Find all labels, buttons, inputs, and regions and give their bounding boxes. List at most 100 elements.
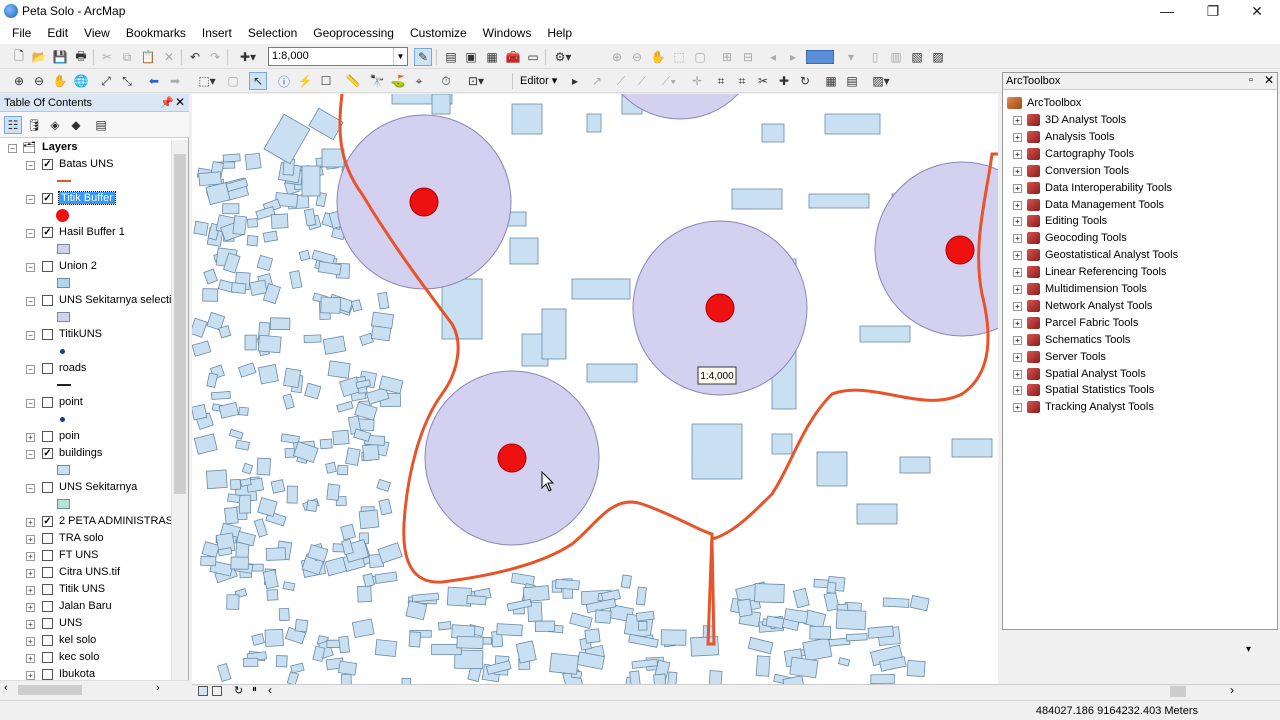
collapse-icon[interactable]: − — [26, 331, 35, 340]
layer-name[interactable]: kel solo — [59, 634, 96, 646]
building-footprint[interactable] — [899, 456, 931, 474]
building-footprint[interactable] — [237, 362, 257, 378]
endpoint-arc-icon[interactable]: ⟋ — [633, 72, 651, 90]
toc-layer-row[interactable]: − UNS Sekitarnya — [0, 480, 171, 496]
refresh-icon[interactable]: ↻ — [234, 684, 243, 697]
building-footprint[interactable] — [350, 299, 363, 312]
expand-icon[interactable]: + — [1013, 369, 1022, 379]
building-footprint[interactable] — [594, 609, 612, 624]
expand-icon[interactable]: + — [1013, 132, 1022, 142]
toggle-draft-mode-icon[interactable]: ▯ — [866, 48, 884, 66]
layer-name[interactable]: Ibukota — [59, 668, 95, 680]
layer-visibility-checkbox[interactable] — [42, 363, 53, 374]
collapse-icon[interactable]: − — [8, 144, 17, 153]
building-footprint[interactable] — [244, 152, 262, 170]
toc-layer-row[interactable]: − ✓ Hasil Buffer 1 — [0, 225, 171, 241]
building-footprint[interactable] — [534, 620, 555, 633]
split-icon[interactable]: ✚ — [775, 72, 793, 90]
toc-layer-row[interactable]: + Jalan Baru — [0, 599, 171, 615]
catalog-icon[interactable]: ▣ — [462, 48, 480, 66]
menu-help[interactable]: Help — [539, 23, 580, 44]
building-footprint[interactable] — [249, 279, 268, 297]
expand-icon[interactable]: + — [1013, 217, 1022, 227]
building-footprint[interactable] — [792, 587, 810, 609]
toc-layer-row[interactable]: − Union 2 — [0, 259, 171, 275]
building-footprint[interactable] — [222, 203, 240, 215]
expand-icon[interactable]: + — [1013, 200, 1022, 210]
clear-selection-icon[interactable]: ▢ — [224, 72, 242, 90]
building-footprint[interactable] — [374, 639, 398, 658]
building-footprint[interactable] — [246, 218, 259, 228]
save-icon[interactable]: 💾 — [51, 48, 69, 66]
zoom-whole-page-icon[interactable]: ⬚ — [670, 48, 688, 66]
building-footprint[interactable] — [754, 583, 785, 604]
building-footprint[interactable] — [584, 628, 601, 644]
building-footprint[interactable] — [515, 640, 537, 664]
layer-name[interactable]: roads — [59, 362, 87, 374]
building-footprint[interactable] — [522, 585, 550, 603]
building-footprint[interactable] — [228, 428, 244, 440]
building-footprint[interactable] — [808, 193, 870, 209]
layer-name[interactable]: poin — [59, 430, 80, 442]
paste-icon[interactable]: 📋 — [139, 48, 157, 66]
toc-layer-row[interactable]: − ✓ Batas UNS — [0, 157, 171, 173]
zoom-out-icon[interactable]: ⊖ — [30, 72, 48, 90]
building-footprint[interactable] — [340, 523, 356, 541]
create-viewer-icon[interactable]: ⊡▾ — [463, 72, 489, 90]
hyperlink-icon[interactable]: ☐ — [317, 72, 335, 90]
building-footprint[interactable] — [198, 171, 222, 187]
building-footprint[interactable] — [275, 655, 288, 668]
building-footprint[interactable] — [266, 589, 279, 601]
layer-name[interactable]: TitikUNS — [59, 328, 102, 340]
expand-icon[interactable]: + — [1013, 403, 1022, 413]
building-footprint[interactable] — [230, 556, 249, 570]
building-footprint[interactable] — [326, 483, 341, 501]
building-footprint[interactable] — [218, 325, 232, 339]
building-footprint[interactable] — [340, 673, 352, 684]
expand-icon[interactable]: + — [1013, 352, 1022, 362]
building-footprint[interactable] — [755, 655, 771, 677]
building-footprint[interactable] — [256, 457, 271, 476]
expand-icon[interactable]: + — [1013, 149, 1022, 159]
close-button[interactable]: ✕ — [1234, 0, 1280, 23]
trace-icon[interactable]: ⟋▾ — [656, 72, 682, 90]
layer-visibility-checkbox[interactable] — [42, 652, 53, 663]
building-footprint[interactable] — [341, 538, 354, 556]
building-footprint[interactable] — [251, 633, 265, 646]
expand-icon[interactable]: + — [1013, 166, 1022, 176]
building-footprint[interactable] — [312, 645, 326, 662]
search-window-icon[interactable]: ▦ — [483, 48, 501, 66]
layer-visibility-checkbox[interactable]: ✓ — [42, 159, 53, 170]
building-footprint[interactable] — [431, 94, 451, 115]
building-footprint[interactable] — [201, 541, 220, 559]
menu-bookmarks[interactable]: Bookmarks — [118, 23, 194, 44]
building-footprint[interactable] — [377, 291, 390, 310]
building-footprint[interactable] — [306, 499, 318, 512]
expand-icon[interactable]: + — [26, 654, 35, 663]
building-footprint[interactable] — [345, 447, 361, 466]
building-footprint[interactable] — [262, 230, 279, 243]
scrollbar-thumb[interactable] — [18, 685, 82, 695]
layer-name[interactable]: FT UNS — [59, 549, 99, 561]
data-driven-pages-icon[interactable]: ▨ — [929, 48, 947, 66]
building-footprint[interactable] — [301, 165, 321, 197]
building-footprint[interactable] — [336, 400, 354, 413]
layer-name[interactable]: Titik Buffer — [58, 191, 116, 205]
table-of-contents-icon[interactable]: ▤ — [442, 48, 460, 66]
building-footprint[interactable] — [691, 423, 743, 480]
building-footprint[interactable] — [408, 631, 422, 648]
layout-back-icon[interactable]: ◂ — [764, 48, 782, 66]
open-icon[interactable]: 📂 — [30, 48, 48, 66]
building-footprint[interactable] — [867, 625, 894, 639]
layer-name[interactable]: Jalan Baru — [59, 600, 112, 612]
building-footprint[interactable] — [246, 234, 259, 247]
expand-icon[interactable]: + — [26, 569, 35, 578]
editor-menu[interactable]: Editor ▾ — [520, 74, 557, 87]
building-footprint[interactable] — [362, 573, 375, 588]
building-footprint[interactable] — [549, 652, 579, 675]
building-footprint[interactable] — [239, 477, 252, 487]
pause-drawing-icon[interactable]: ⏸ — [252, 684, 257, 695]
layout-zoom-out-icon[interactable]: ⊖ — [628, 48, 646, 66]
html-popup-icon[interactable]: ⚡ — [296, 72, 314, 90]
building-footprint[interactable] — [378, 498, 393, 516]
